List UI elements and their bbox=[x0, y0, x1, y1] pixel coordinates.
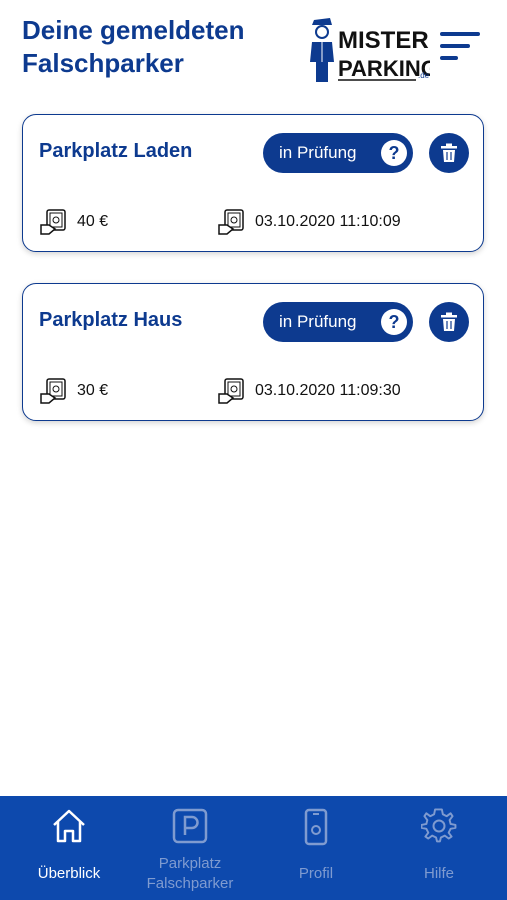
datetime-row: 03.10.2020 11:09:30 bbox=[217, 376, 401, 406]
mister-parking-logo: MISTER PARKING .de bbox=[310, 18, 430, 82]
report-card[interactable]: Parkplatz Laden in Prüfung ? 40 € 03.10.… bbox=[22, 114, 484, 252]
nav-item-profil[interactable]: Profil bbox=[253, 796, 379, 900]
report-title: Parkplatz Laden bbox=[39, 140, 193, 162]
amount-row: 40 € bbox=[39, 207, 108, 237]
datetime-row: 03.10.2020 11:10:09 bbox=[217, 207, 401, 237]
status-button[interactable]: in Prüfung ? bbox=[263, 302, 413, 342]
status-label: in Prüfung bbox=[279, 143, 357, 162]
trash-icon bbox=[441, 312, 457, 331]
amount-row: 30 € bbox=[39, 376, 108, 406]
nav-label: Falschparker bbox=[146, 875, 234, 892]
money-icon bbox=[218, 209, 244, 235]
report-card[interactable]: Parkplatz Haus in Prüfung ? 30 € 03.10.2… bbox=[22, 283, 484, 421]
bottom-nav: Überblick Parkplatz Falschparker Profil … bbox=[0, 796, 507, 900]
datetime-value: 03.10.2020 11:09:30 bbox=[255, 382, 401, 399]
home-icon bbox=[53, 809, 85, 843]
nav-label: Überblick bbox=[37, 865, 101, 882]
page-title-line1: Deine gemeldeten bbox=[22, 15, 245, 45]
header: Deine gemeldeten Falschparker MISTER PAR… bbox=[0, 0, 507, 100]
logo-text-mister: MISTER bbox=[338, 27, 429, 54]
nav-item-parkplatz-falschparker[interactable]: Parkplatz Falschparker bbox=[127, 796, 253, 900]
amount-value: 30 € bbox=[77, 382, 109, 399]
question-icon[interactable]: ? bbox=[381, 309, 407, 335]
nav-label: Profil bbox=[298, 865, 334, 882]
trash-icon bbox=[441, 143, 457, 162]
delete-button[interactable] bbox=[429, 302, 469, 342]
nav-item-ueberblick[interactable]: Überblick bbox=[6, 796, 132, 900]
question-icon[interactable]: ? bbox=[381, 140, 407, 166]
money-icon bbox=[40, 209, 66, 235]
money-icon bbox=[218, 378, 244, 404]
logo-text-suffix: .de bbox=[418, 71, 430, 80]
amount-value: 40 € bbox=[77, 213, 109, 230]
gear-icon bbox=[421, 808, 457, 843]
nav-item-hilfe[interactable]: Hilfe bbox=[376, 796, 502, 900]
parking-icon bbox=[172, 808, 208, 844]
delete-button[interactable] bbox=[429, 133, 469, 173]
report-title: Parkplatz Haus bbox=[39, 309, 183, 331]
phone-icon bbox=[304, 808, 328, 846]
page-title-line2: Falschparker bbox=[22, 48, 184, 78]
status-label: in Prüfung bbox=[279, 312, 357, 331]
nav-label: Hilfe bbox=[423, 865, 454, 882]
status-button[interactable]: in Prüfung ? bbox=[263, 133, 413, 173]
menu-icon[interactable] bbox=[440, 30, 484, 62]
money-icon bbox=[40, 378, 66, 404]
datetime-value: 03.10.2020 11:10:09 bbox=[255, 213, 401, 230]
nav-label: Parkplatz bbox=[158, 855, 222, 872]
logo-text-parking: PARKING bbox=[338, 56, 430, 81]
page-title: Deine gemeldeten Falschparker bbox=[22, 14, 245, 80]
